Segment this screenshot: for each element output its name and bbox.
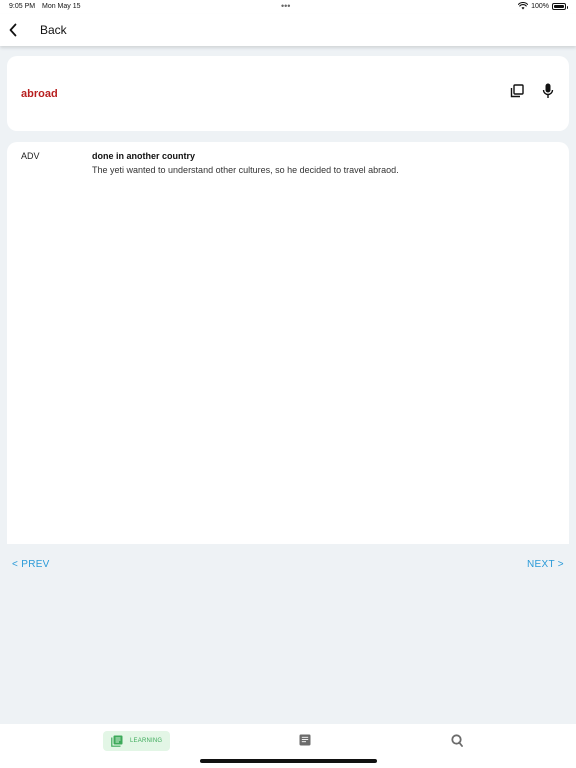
home-indicator[interactable] bbox=[200, 759, 377, 763]
back-label: Back bbox=[40, 23, 67, 37]
battery-icon bbox=[552, 2, 568, 10]
tab-bar: LEARNING bbox=[0, 724, 576, 768]
tab-learning-label: LEARNING bbox=[130, 738, 163, 744]
microphone-icon[interactable] bbox=[542, 83, 554, 99]
status-right: 100% bbox=[518, 2, 568, 10]
definition-block: done in another country The yeti wanted … bbox=[92, 151, 552, 175]
status-bar: 9:05 PM Mon May 15 ••• 100% bbox=[0, 0, 576, 14]
chevron-left-icon bbox=[9, 23, 17, 37]
wifi-icon bbox=[518, 2, 529, 10]
book-icon bbox=[111, 735, 123, 747]
part-of-speech: ADV bbox=[21, 151, 40, 161]
prev-button[interactable]: < PREV bbox=[12, 559, 50, 570]
status-date: Mon May 15 bbox=[42, 3, 81, 10]
notes-icon[interactable] bbox=[299, 734, 311, 746]
tab-learning[interactable]: LEARNING bbox=[103, 731, 170, 751]
next-button[interactable]: NEXT > bbox=[527, 559, 564, 570]
word-card: abroad bbox=[7, 56, 569, 131]
word-title: abroad bbox=[21, 88, 58, 100]
definition-text: done in another country bbox=[92, 151, 196, 161]
example-sentence: The yeti wanted to understand other cult… bbox=[92, 165, 399, 175]
battery-percent: 100% bbox=[531, 2, 549, 10]
copy-icon[interactable] bbox=[510, 84, 524, 98]
definition-card: ADV done in another country The yeti wan… bbox=[7, 142, 569, 544]
search-icon[interactable] bbox=[451, 734, 463, 747]
nav-bar: Back bbox=[0, 14, 576, 46]
back-button[interactable]: Back bbox=[8, 20, 67, 40]
status-time: 9:05 PM bbox=[9, 3, 36, 10]
multitasking-dots[interactable]: ••• bbox=[281, 1, 290, 11]
